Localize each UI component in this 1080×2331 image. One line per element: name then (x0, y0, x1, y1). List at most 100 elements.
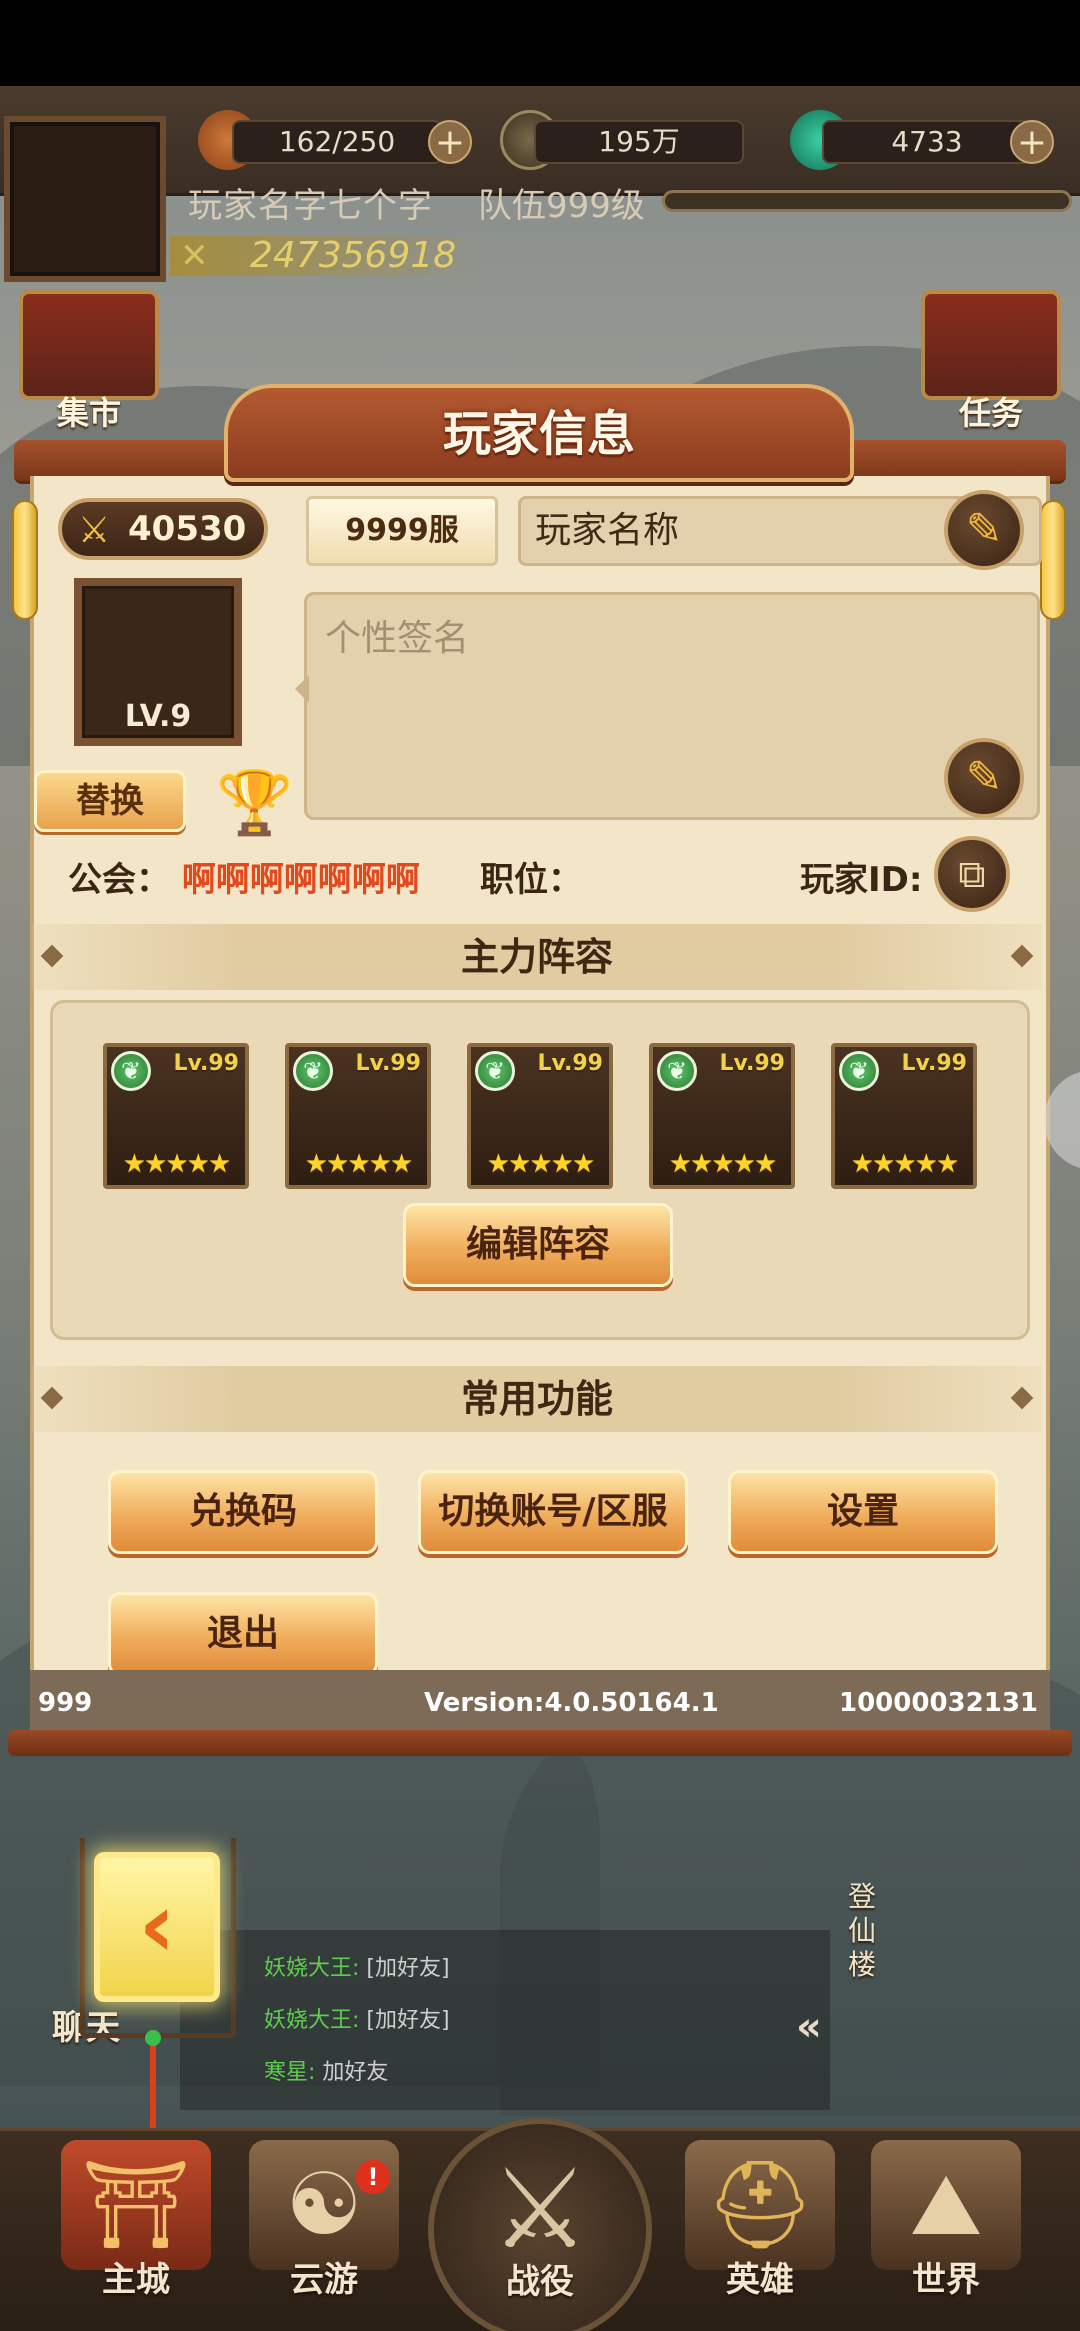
hud-avatar[interactable] (4, 116, 166, 282)
footer-left-value: 999 (38, 1688, 93, 1718)
nav-travel-label: 云游 (290, 2260, 358, 2300)
travel-alert-badge: ! (356, 2160, 390, 2194)
left-scroll-rod (12, 500, 38, 620)
quest-scroll-icon (921, 290, 1061, 400)
collapse-chat-icon[interactable]: « (796, 2004, 822, 2050)
chat-text: [加好友] (366, 1956, 450, 1981)
green-dot (145, 2030, 161, 2046)
element-leaf-icon: ❦ (657, 1051, 697, 1091)
element-leaf-icon: ❦ (111, 1051, 151, 1091)
quest-building[interactable]: 任务 (916, 290, 1066, 450)
hero-stars: ★★★★★ (668, 1149, 778, 1179)
switch-account-button[interactable]: 切换账号/区服 (418, 1470, 688, 1554)
market-icon (19, 290, 159, 400)
settings-button[interactable]: 设置 (728, 1470, 998, 1554)
band-diamond-right (1010, 944, 1034, 968)
market-label: 集市 (56, 394, 121, 432)
guild-name: 啊啊啊啊啊啊啊 (181, 860, 420, 900)
chat-sender: 妖娆大王: (264, 2008, 360, 2033)
hero-level: Lv.99 (719, 1051, 785, 1076)
lineup-section-header: 主力阵容 (32, 924, 1042, 990)
chat-text: 加好友 (322, 2060, 389, 2085)
edit-name-button[interactable]: ✎ (944, 490, 1024, 570)
chat-message: 寒星: 加好友 (264, 2054, 388, 2086)
edit-lineup-button[interactable]: 编辑阵容 (403, 1203, 673, 1287)
chat-panel[interactable]: 妖娆大王: [加好友] 妖娆大王: [加好友] 寒星: 加好友 (180, 1930, 830, 2110)
functions-title: 常用功能 (460, 1377, 613, 1421)
back-button[interactable]: ‹ (94, 1852, 220, 2002)
market-building[interactable]: 集市 (14, 290, 164, 450)
chat-message: 妖娆大王: [加好友] (264, 1950, 450, 1982)
logout-button[interactable]: 退出 (108, 1592, 378, 1676)
element-leaf-icon: ❦ (293, 1051, 333, 1091)
band-diamond-left (40, 1386, 64, 1410)
hero-stars: ★★★★★ (486, 1149, 596, 1179)
nav-battle-label: 战役 (506, 2262, 574, 2302)
player-info-dialog: 玩家信息 ⚔ 40530 9999服 玩家名称 ✎ LV.9 个性签名 ✎ 替换… (8, 384, 1072, 1810)
world-mountain-icon: ⛰ (871, 2140, 1021, 2270)
band-diamond-right (1010, 1386, 1034, 1410)
hero-level: Lv.99 (537, 1051, 603, 1076)
combat-power-value: 40530 (128, 509, 247, 549)
nav-world-label: 世界 (912, 2260, 980, 2300)
combat-power: ⚔ 40530 (58, 498, 268, 560)
player-id-label: 玩家ID: (800, 860, 923, 900)
nav-main-city[interactable]: ⛩ 主城 (46, 2140, 226, 2330)
dialog-title-plaque: 玩家信息 (224, 384, 854, 482)
lineup-panel: ❦ Lv.99 ★★★★★ ❦ Lv.99 ★★★★★ ❦ Lv.99 ★★★★★ ❦ Lv.99 ★… (50, 1000, 1030, 1340)
player-level: LV.9 (124, 699, 192, 734)
tower-label[interactable]: 登仙楼 (848, 1880, 892, 1982)
footer-right-value: 10000032131 (839, 1688, 1038, 1718)
hero-helmet-icon: ⛑ (685, 2140, 835, 2270)
position-label: 职位： (480, 860, 582, 900)
band-diamond-left (40, 944, 64, 968)
nav-battle[interactable]: ⚔ 战役 (428, 2118, 652, 2331)
hud-player-name: 玩家名字七个字 (188, 186, 433, 226)
brush-icon: ✎ (965, 504, 1003, 555)
nav-world[interactable]: ⛰ 世界 (856, 2140, 1036, 2330)
hero-slot[interactable]: ❦ Lv.99 ★★★★★ (103, 1043, 249, 1189)
redeem-code-button[interactable]: 兑换码 (108, 1470, 378, 1554)
main-city-icon: ⛩ (61, 2140, 211, 2270)
dialog-title: 玩家信息 (442, 406, 635, 462)
dialog-footer: 999 Version:4.0.50164.1 10000032131 (30, 1670, 1050, 1736)
element-leaf-icon: ❦ (475, 1051, 515, 1091)
hero-stars: ★★★★★ (122, 1149, 232, 1179)
stamina-value: 162/250 (232, 120, 442, 164)
trophy-icon[interactable]: 🏆 (216, 764, 293, 842)
signature-field[interactable]: 个性签名 (295, 592, 1040, 820)
hud-power-value: 247356918 (250, 235, 457, 276)
edit-signature-button[interactable]: ✎ (944, 738, 1024, 818)
hero-slot[interactable]: ❦ Lv.99 ★★★★★ (467, 1043, 613, 1189)
hero-stars: ★★★★★ (304, 1149, 414, 1179)
version-text: Version:4.0.50164.1 (424, 1688, 719, 1718)
swap-avatar-button[interactable]: 替换 (34, 770, 186, 832)
copy-icon: ⧉ (958, 852, 986, 896)
copy-id-button[interactable]: ⧉ (934, 836, 1010, 912)
nav-heroes[interactable]: ⛑ 英雄 (670, 2140, 850, 2330)
lineup-title: 主力阵容 (460, 935, 613, 979)
add-gem-button[interactable]: + (1010, 120, 1054, 164)
crossed-swords-icon: ✕ (180, 236, 209, 276)
chat-sender: 寒星: (264, 2060, 316, 2085)
back-arrow-icon: ‹ (138, 1873, 176, 1978)
hero-slot[interactable]: ❦ Lv.99 ★★★★★ (285, 1043, 431, 1189)
chat-sender: 妖娆大王: (264, 1956, 360, 1981)
player-portrait[interactable]: LV.9 (74, 578, 242, 746)
hero-level: Lv.99 (173, 1051, 239, 1076)
brush-icon: ✎ (965, 752, 1003, 803)
element-leaf-icon: ❦ (839, 1051, 879, 1091)
quest-label: 任务 (958, 394, 1023, 432)
dialog-bottom-rod (8, 1730, 1072, 1756)
server-tag: 9999服 (306, 496, 498, 566)
chat-message: 妖娆大王: [加好友] (264, 2002, 450, 2034)
guild-row: 公会： 啊啊啊啊啊啊啊 (68, 852, 420, 901)
right-scroll-rod (1040, 500, 1066, 620)
hero-slot[interactable]: ❦ Lv.99 ★★★★★ (831, 1043, 977, 1189)
functions-section-header: 常用功能 (32, 1366, 1042, 1432)
hero-slot[interactable]: ❦ Lv.99 ★★★★★ (649, 1043, 795, 1189)
gem-value: 4733 (822, 120, 1032, 164)
add-stamina-button[interactable]: + (428, 120, 472, 164)
hero-level: Lv.99 (355, 1051, 421, 1076)
hero-stars: ★★★★★ (850, 1149, 960, 1179)
